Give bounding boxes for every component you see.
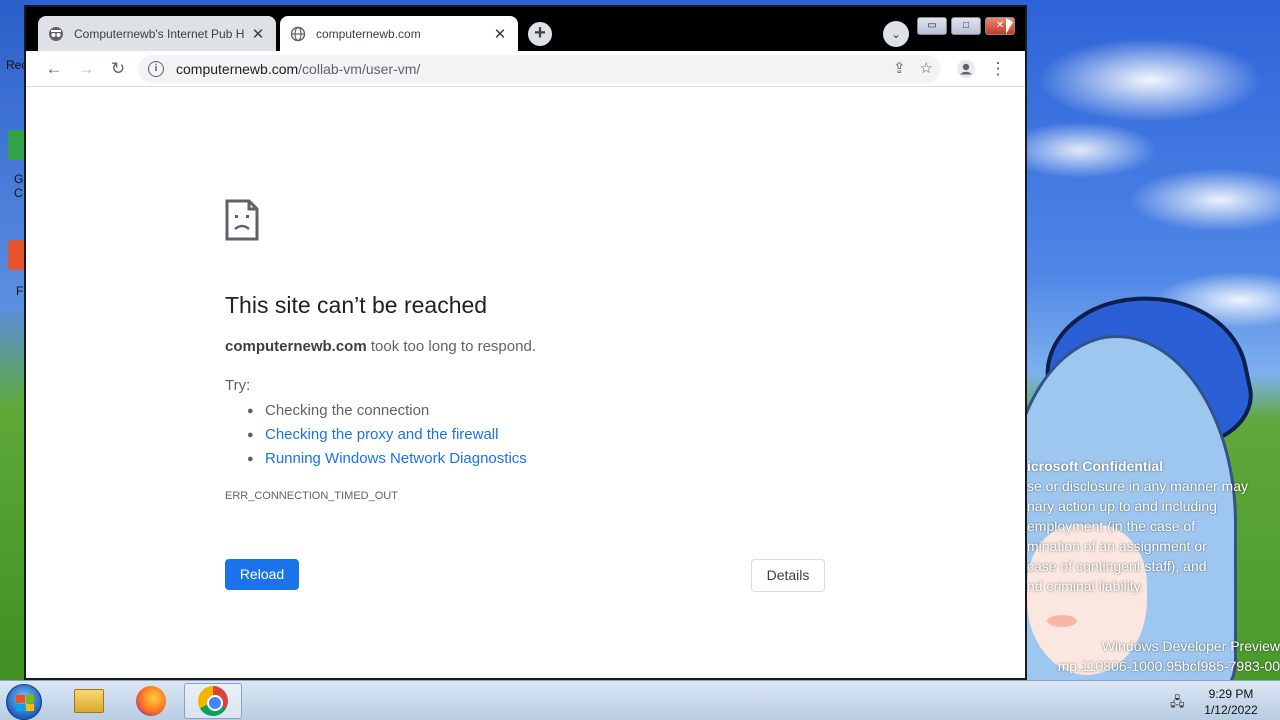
browser-toolbar: ← → ↻ i computernewb.com/collab-vm/user-… xyxy=(26,51,1025,87)
watermark-line: nd criminal liability. xyxy=(1027,578,1144,594)
desktop-label-g[interactable]: G xyxy=(14,172,23,186)
firefox-icon xyxy=(136,686,166,716)
back-arrow-icon[interactable]: ← xyxy=(42,57,66,81)
tab-title: Computernewb's Internet Pub H xyxy=(74,26,245,41)
watermark-line: mination of an assignment or xyxy=(1027,538,1207,554)
profile-icon[interactable] xyxy=(954,57,978,81)
reload-button[interactable]: Reload xyxy=(225,559,299,590)
incognito-icon xyxy=(48,26,64,42)
close-icon[interactable]: ✕ xyxy=(250,26,266,43)
tab-strip: Computernewb's Internet Pub H ✕ computer… xyxy=(26,7,1025,51)
suggestion-text[interactable]: Checking the proxy and the firewall xyxy=(265,423,498,447)
site-info-icon[interactable]: i xyxy=(148,61,164,77)
desktop-label-c[interactable]: C xyxy=(14,186,23,200)
more-menu-icon[interactable]: ⋮ xyxy=(986,57,1010,81)
url-host: computernewb.com xyxy=(176,61,299,77)
desktop-label-f[interactable]: F xyxy=(16,284,23,298)
watermark-line: nary action up to and including xyxy=(1027,498,1217,514)
desktop-app-icon[interactable] xyxy=(8,130,24,160)
build-watermark: Windows Developer Preview mp.110806-1000… xyxy=(1030,636,1280,676)
mouse-cursor xyxy=(1006,18,1013,34)
error-message: computernewb.com took too long to respon… xyxy=(225,338,536,355)
sad-page-icon xyxy=(225,199,259,241)
url-path: /collab-vm/user-vm/ xyxy=(298,61,421,77)
taskbar-explorer[interactable] xyxy=(60,683,118,719)
star-icon[interactable]: ☆ xyxy=(920,59,933,77)
share-icon[interactable]: ⇪ xyxy=(893,59,906,77)
tab-title: computernewb.com xyxy=(316,26,421,41)
suggestion-link-proxy[interactable]: ● Checking the proxy and the firewall xyxy=(247,423,527,447)
chrome-icon xyxy=(198,686,228,716)
forward-arrow-icon[interactable]: → xyxy=(74,57,98,81)
suggestion-item: ● Checking the connection xyxy=(247,399,527,423)
suggestion-link-diagnostics[interactable]: ● Running Windows Network Diagnostics xyxy=(247,447,527,471)
reload-icon[interactable]: ↻ xyxy=(106,57,130,81)
system-clock[interactable]: 9:29 PM 1/12/2022 xyxy=(1196,686,1266,718)
windows-logo-icon xyxy=(16,695,34,711)
page-content: This site can’t be reached computernewb.… xyxy=(26,87,1025,678)
tab-search-button[interactable]: ⌄ xyxy=(883,21,909,47)
suggestion-text[interactable]: Running Windows Network Diagnostics xyxy=(265,447,527,471)
error-code: ERR_CONNECTION_TIMED_OUT xyxy=(225,490,398,502)
watermark-line: employment (in the case of xyxy=(1027,518,1196,534)
error-title: This site can’t be reached xyxy=(225,292,488,318)
taskbar-firefox[interactable] xyxy=(122,683,180,719)
watermark-title: icrosoft Confidential xyxy=(1027,458,1164,474)
build-line: Windows Developer Preview xyxy=(1101,638,1280,654)
minimize-button[interactable]: ▭ xyxy=(917,17,947,35)
watermark-line: case of contingent staff), and xyxy=(1027,558,1207,574)
desktop-app-icon[interactable] xyxy=(8,240,24,270)
globe-icon xyxy=(290,26,306,42)
address-bar[interactable]: i computernewb.com/collab-vm/user-vm/ ⇪ … xyxy=(138,55,941,83)
build-line: mp.110806-1000.95bcf985-7983-00 xyxy=(1057,658,1280,674)
tab-computernewb[interactable]: computernewb.com ✕ xyxy=(280,16,518,51)
window-controls: ▭ □ ✕ xyxy=(917,17,1015,35)
error-message-text: took too long to respond. xyxy=(366,338,536,355)
try-label: Try: xyxy=(225,377,251,394)
details-button[interactable]: Details xyxy=(751,559,825,592)
suggestion-text: Checking the connection xyxy=(265,402,430,419)
omnibox-actions: ⇪ ☆ xyxy=(893,59,933,77)
new-tab-button[interactable]: + xyxy=(528,22,552,46)
taskbar: 🖧 9:29 PM 1/12/2022 xyxy=(0,680,1280,720)
taskbar-chrome[interactable] xyxy=(184,683,242,719)
maximize-button[interactable]: □ xyxy=(951,17,981,35)
start-button[interactable] xyxy=(6,684,42,720)
close-icon[interactable]: ✕ xyxy=(492,26,508,43)
suggestions-list: ● Checking the connection ● Checking the p… xyxy=(247,399,527,471)
tab-internet-pub[interactable]: Computernewb's Internet Pub H ✕ xyxy=(38,16,276,51)
watermark-line: se or disclosure in any manner may xyxy=(1027,478,1248,494)
character-mouth xyxy=(1047,615,1077,627)
clock-date: 1/12/2022 xyxy=(1204,703,1258,717)
folder-icon xyxy=(74,689,104,713)
clock-time: 9:29 PM xyxy=(1208,687,1254,701)
network-tray-icon[interactable]: 🖧 xyxy=(1170,693,1186,709)
desktop-left-strip: Rec G C F xyxy=(0,0,27,680)
browser-window: Computernewb's Internet Pub H ✕ computer… xyxy=(24,5,1027,680)
confidential-watermark: icrosoft Confidential se or disclosure i… xyxy=(1027,456,1280,596)
error-host: computernewb.com xyxy=(225,338,367,355)
